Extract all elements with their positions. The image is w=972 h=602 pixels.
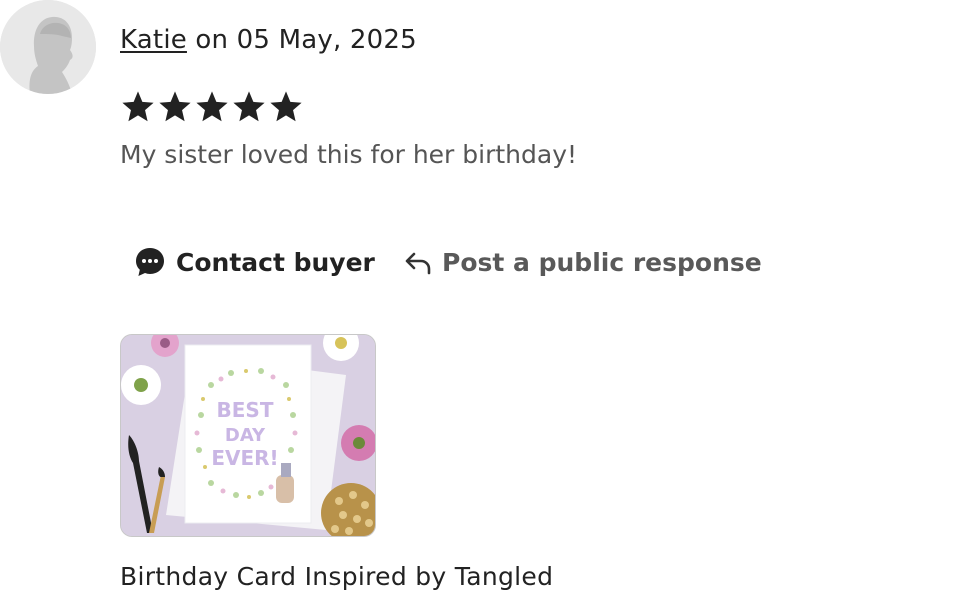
post-public-response-label: Post a public response: [442, 247, 762, 277]
star-filled-icon: [159, 91, 191, 122]
default-user-avatar-icon: [0, 0, 96, 94]
reviewer-name-link[interactable]: Katie: [120, 25, 187, 55]
star-filled-icon: [196, 91, 228, 122]
contact-buyer-button[interactable]: Contact buyer: [134, 240, 375, 284]
star-filled-icon: [233, 91, 265, 122]
star-rating: [120, 89, 304, 125]
star-filled-icon: [122, 91, 154, 122]
listing-title-link[interactable]: Birthday Card Inspired by Tangled: [120, 561, 553, 593]
star-filled-icon: [270, 91, 302, 122]
contact-buyer-label: Contact buyer: [176, 247, 375, 277]
card-lettering-line: BEST: [217, 398, 274, 422]
post-public-response-button[interactable]: Post a public response: [404, 240, 762, 284]
card-lettering-line: EVER!: [211, 446, 278, 470]
review-date: on 05 May, 2025: [186, 25, 417, 55]
review-text: My sister loved this for her birthday!: [120, 140, 578, 169]
review-byline: Katie on 05 May, 2025: [120, 24, 417, 56]
card-lettering-line: DAY: [225, 425, 266, 446]
reviewer-avatar: [0, 0, 96, 94]
chat-bubble-icon: [136, 248, 164, 276]
listing-thumbnail[interactable]: BEST DAY EVER!: [120, 334, 376, 537]
reply-arrow-icon: [405, 252, 431, 275]
card-product-image: BEST DAY EVER!: [121, 335, 375, 536]
